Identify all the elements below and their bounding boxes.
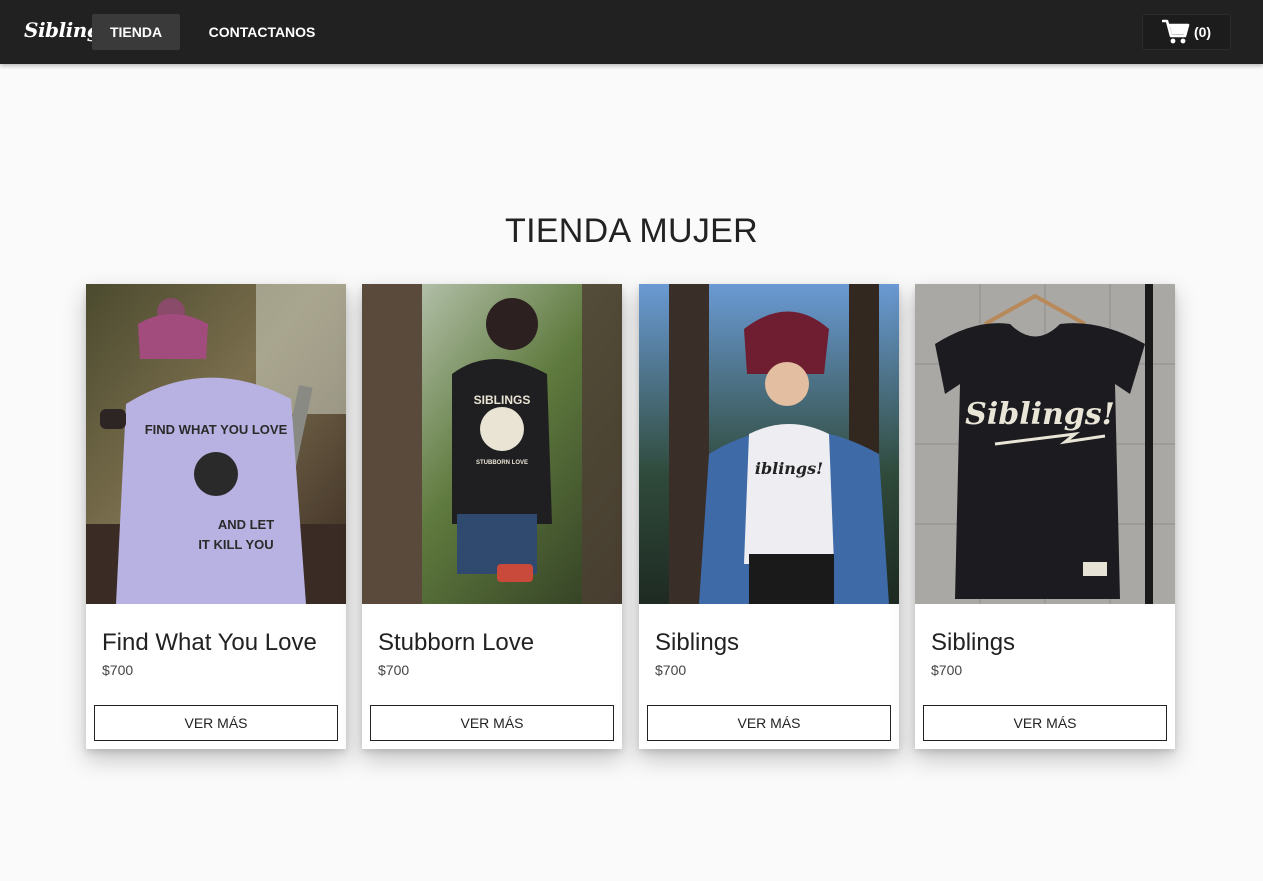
ver-mas-button[interactable]: VER MÁS <box>94 705 338 741</box>
svg-text:STUBBORN LOVE: STUBBORN LOVE <box>476 460 528 466</box>
svg-text:IT KILL YOU: IT KILL YOU <box>198 537 273 552</box>
ver-mas-button[interactable]: VER MÁS <box>923 705 1167 741</box>
product-card[interactable]: iblings! Siblings $700 VER MÁS <box>639 284 899 749</box>
ver-mas-button[interactable]: VER MÁS <box>647 705 891 741</box>
product-price: $700 <box>931 662 963 678</box>
product-price: $700 <box>655 662 687 678</box>
cart-button[interactable]: (0) <box>1142 14 1231 50</box>
svg-text:SIBLINGS: SIBLINGS <box>474 393 531 407</box>
product-image[interactable]: SIBLINGS STUBBORN LOVE <box>362 284 622 604</box>
cart-count: (0) <box>1193 24 1212 40</box>
ver-mas-button[interactable]: VER MÁS <box>370 705 614 741</box>
product-card[interactable]: SIBLINGS STUBBORN LOVE Stubborn Love $70… <box>362 284 622 749</box>
nav-item-contactanos[interactable]: CONTACTANOS <box>196 14 328 50</box>
product-card[interactable]: Siblings! Siblings $700 VER MÁS <box>915 284 1175 749</box>
product-price: $700 <box>102 662 134 678</box>
product-price: $700 <box>378 662 410 678</box>
navbar: Siblings TIENDA CONTACTANOS (0) <box>0 0 1263 64</box>
product-image[interactable]: Siblings! <box>915 284 1175 604</box>
svg-text:FIND WHAT YOU LOVE: FIND WHAT YOU LOVE <box>145 422 288 437</box>
product-card[interactable]: FIND WHAT YOU LOVE AND LET IT KILL YOU F… <box>86 284 346 749</box>
product-name: Stubborn Love <box>378 629 535 656</box>
product-name: Find What You Love <box>102 629 317 656</box>
product-image[interactable]: iblings! <box>639 284 899 604</box>
svg-text:AND LET: AND LET <box>218 517 274 532</box>
product-name: Siblings <box>931 629 1016 656</box>
page-title: TIENDA MUJER <box>505 212 758 250</box>
product-name: Siblings <box>655 629 740 656</box>
cart-icon <box>1161 19 1190 45</box>
svg-text:iblings!: iblings! <box>755 459 823 478</box>
product-image[interactable]: FIND WHAT YOU LOVE AND LET IT KILL YOU <box>86 284 346 604</box>
nav-item-tienda[interactable]: TIENDA <box>92 14 180 50</box>
svg-text:Siblings!: Siblings! <box>965 397 1115 432</box>
